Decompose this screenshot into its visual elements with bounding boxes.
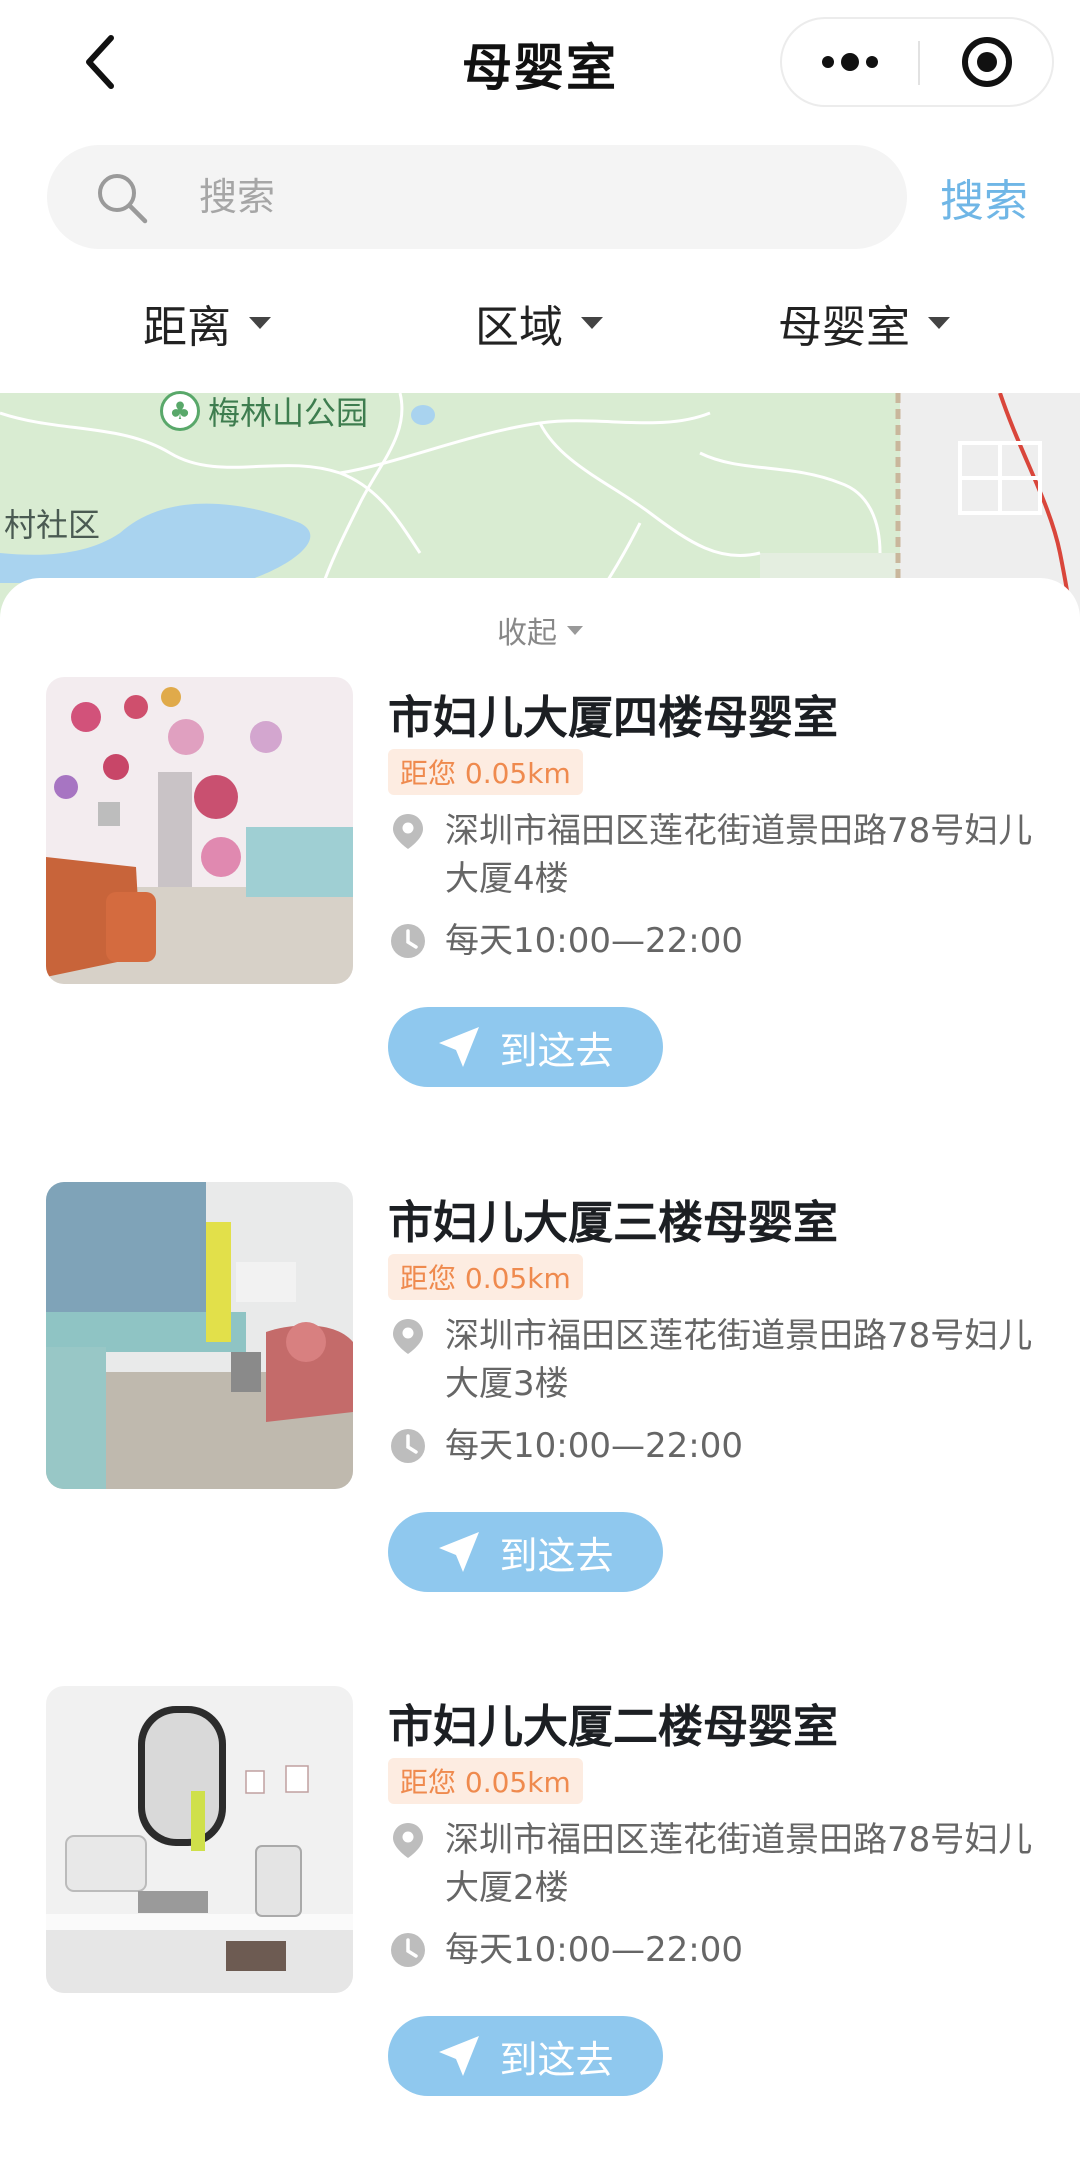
navigation-arrow-icon (439, 1532, 480, 1572)
filter-label: 母婴室 (778, 302, 910, 353)
navigate-button[interactable]: 到这去 (388, 1512, 663, 1592)
room-photo (46, 677, 353, 984)
close-mini-program-button[interactable] (920, 19, 1054, 105)
filter-distance[interactable]: 距离 (143, 283, 271, 363)
list-item[interactable]: 市妇儿大厦四楼母婴室 距您 0.05km 深圳市福田区莲花街道景田路78号妇儿大… (0, 677, 1080, 1127)
navigate-label: 到这去 (499, 1533, 614, 1578)
room-name: 市妇儿大厦三楼母婴室 (388, 1196, 839, 1249)
filter-region[interactable]: 区域 (475, 283, 603, 363)
location-pin-icon (393, 1319, 423, 1354)
navigation-arrow-icon (439, 2036, 480, 2076)
clock-icon (391, 1429, 425, 1463)
room-hours: 每天10:00—22:00 (445, 921, 743, 961)
room-address: 深圳市福田区莲花街道景田路78号妇儿大厦4楼 (445, 811, 1033, 899)
page: 母婴室 搜索 搜索 距离 区域 母婴室 ♣ 梅林山公园 村社区 收起 市妇儿大厦… (0, 0, 1080, 2179)
search-bar (47, 145, 907, 249)
park-label: 梅林山公园 (208, 394, 369, 432)
clock-icon (391, 924, 425, 958)
filter-label: 距离 (143, 302, 231, 353)
map-village-label: 村社区 (4, 506, 101, 544)
distance-badge: 距您 0.05km (388, 749, 583, 795)
hours-row: 每天10:00—22:00 (388, 917, 1035, 965)
room-name: 市妇儿大厦四楼母婴室 (388, 691, 839, 744)
filter-bar: 距离 区域 母婴室 (0, 283, 1080, 363)
room-address: 深圳市福田区莲花街道景田路78号妇儿大厦2楼 (445, 1820, 1033, 1908)
search-input[interactable] (199, 165, 879, 229)
hours-row: 每天10:00—22:00 (388, 1422, 1035, 1470)
address-row: 深圳市福田区莲花街道景田路78号妇儿大厦2楼 (388, 1816, 1035, 1912)
location-pin-icon (393, 1823, 423, 1858)
location-pin-icon (393, 814, 423, 849)
search-button[interactable]: 搜索 (940, 165, 1028, 229)
address-row: 深圳市福田区莲花街道景田路78号妇儿大厦3楼 (388, 1312, 1035, 1408)
map-poi-park[interactable]: ♣ 梅林山公园 (160, 388, 368, 434)
more-dots-icon (822, 53, 878, 71)
mini-program-capsule (780, 17, 1054, 107)
hours-row: 每天10:00—22:00 (388, 1926, 1035, 1974)
caret-down-icon (567, 625, 583, 635)
navigate-label: 到这去 (499, 2037, 614, 2082)
caret-down-icon (581, 317, 603, 329)
navigate-button[interactable]: 到这去 (388, 2016, 663, 2096)
filter-label: 区域 (475, 302, 563, 353)
clock-icon (391, 1933, 425, 1967)
filter-room-type[interactable]: 母婴室 (778, 283, 950, 363)
caret-down-icon (928, 317, 950, 329)
caret-down-icon (249, 317, 271, 329)
address-row: 深圳市福田区莲花街道景田路78号妇儿大厦4楼 (388, 807, 1035, 903)
search-icon (98, 174, 148, 224)
park-icon: ♣ (160, 391, 200, 431)
distance-badge: 距您 0.05km (388, 1254, 583, 1300)
target-circle-icon (962, 37, 1012, 87)
room-address: 深圳市福田区莲花街道景田路78号妇儿大厦3楼 (445, 1316, 1033, 1404)
collapse-toggle[interactable]: 收起 (0, 608, 1080, 652)
distance-badge: 距您 0.05km (388, 1758, 583, 1804)
navigation-arrow-icon (439, 1027, 480, 1067)
list-item[interactable]: 市妇儿大厦二楼母婴室 距您 0.05km 深圳市福田区莲花街道景田路78号妇儿大… (0, 1686, 1080, 2136)
room-hours: 每天10:00—22:00 (445, 1930, 743, 1970)
more-button[interactable] (782, 19, 918, 105)
collapse-label: 收起 (497, 616, 557, 651)
room-photo (46, 1686, 353, 1993)
nav-bar: 母婴室 (0, 0, 1080, 125)
room-photo (46, 1182, 353, 1489)
navigate-label: 到这去 (499, 1028, 614, 1073)
room-hours: 每天10:00—22:00 (445, 1426, 743, 1466)
room-name: 市妇儿大厦二楼母婴室 (388, 1700, 839, 1753)
list-item[interactable]: 市妇儿大厦三楼母婴室 距您 0.05km 深圳市福田区莲花街道景田路78号妇儿大… (0, 1182, 1080, 1632)
navigate-button[interactable]: 到这去 (388, 1007, 663, 1087)
